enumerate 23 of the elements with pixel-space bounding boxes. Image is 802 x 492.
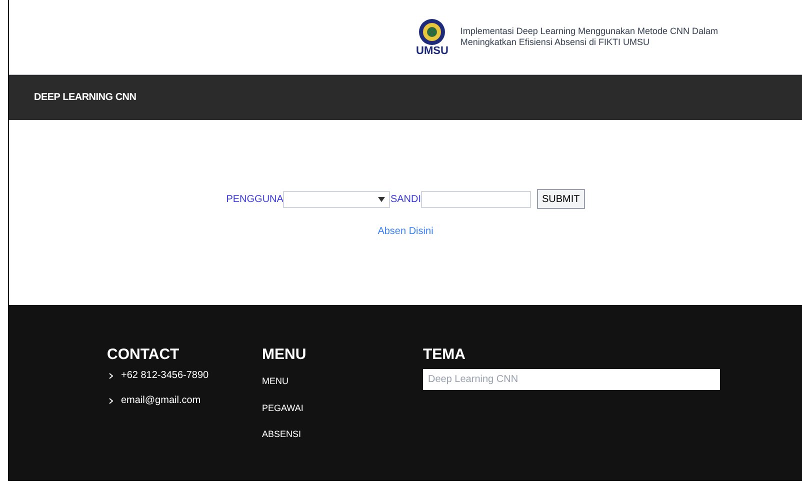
password-field[interactable] bbox=[421, 190, 531, 208]
submit-button[interactable]: SUBMIT bbox=[537, 189, 585, 209]
password-label: SANDI bbox=[390, 192, 421, 206]
contact-item: +62 812-3456-7890 bbox=[121, 369, 209, 383]
menu-heading: MENU bbox=[262, 347, 308, 362]
absen-link[interactable]: Absen Disini bbox=[378, 224, 434, 239]
chevron-icon bbox=[109, 398, 113, 404]
footer-menu-link[interactable]: ABSENSI bbox=[262, 428, 423, 442]
user-label: PENGGUNA bbox=[226, 192, 284, 206]
emblem-icon bbox=[418, 18, 446, 46]
title-line: Meningkatkan Efisiensi Absensi di FIKTI UMSU bbox=[460, 37, 650, 48]
footer-menu-link[interactable]: MENU bbox=[262, 375, 423, 388]
tema-heading: TEMA bbox=[423, 347, 466, 362]
logo-text: UMSU bbox=[416, 46, 448, 56]
chevron-icon bbox=[109, 372, 113, 378]
brand-title[interactable]: DEEP LEARNING CNN bbox=[34, 90, 136, 105]
title-line: Implementasi Deep Learning Menggunakan Metode CNN Dalam bbox=[460, 26, 718, 37]
footer-menu-link[interactable]: PEGAWAI bbox=[262, 402, 423, 415]
user-dropdown[interactable] bbox=[283, 190, 390, 208]
tema-field[interactable]: Deep Learning CNN bbox=[423, 369, 720, 390]
contact-item: email@gmail.com bbox=[121, 394, 201, 408]
contact-heading: CONTACT bbox=[107, 347, 180, 362]
caret-icon bbox=[378, 196, 386, 202]
